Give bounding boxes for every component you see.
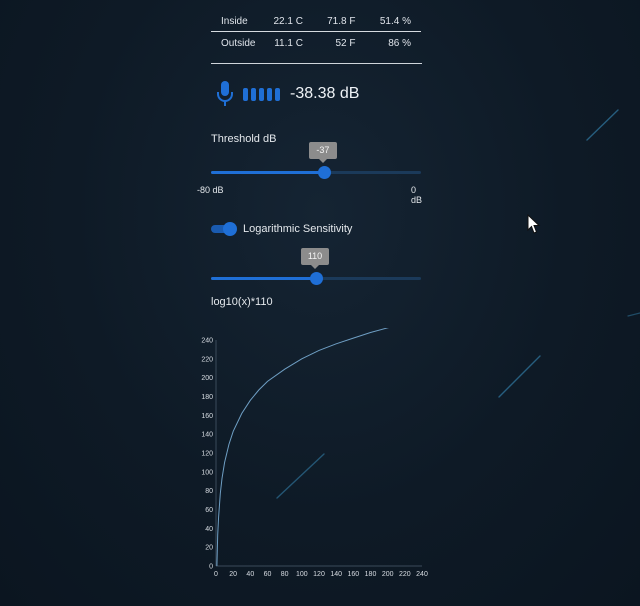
- x-tick-label: 20: [229, 571, 237, 578]
- y-tick-label: 60: [205, 507, 213, 514]
- x-tick-label: 180: [365, 571, 377, 578]
- threshold-max-label: 0 dB: [411, 185, 423, 205]
- y-tick-label: 200: [201, 375, 213, 382]
- y-tick-label: 100: [201, 469, 213, 476]
- sensor-panel: Inside 22.1 C 71.8 F 51.4 % Outside 11.1…: [197, 0, 423, 308]
- x-tick-label: 100: [296, 571, 308, 578]
- log-sensitivity-toggle-row: Logarithmic Sensitivity: [211, 222, 352, 236]
- x-tick-label: 60: [264, 571, 272, 578]
- y-tick-label: 160: [201, 413, 213, 420]
- celsius-value: 22.1 C: [259, 0, 313, 32]
- threshold-min-label: -80 dB: [197, 185, 224, 195]
- slider-fill: [211, 171, 324, 174]
- row-label: Outside: [221, 37, 256, 49]
- y-tick-label: 120: [201, 451, 213, 458]
- y-tick-label: 140: [201, 432, 213, 439]
- meter-bar: [243, 87, 248, 101]
- sensitivity-curve-chart: 0 20 40 60 80 100 120 140 160 180 200 220 240 0 20 40 60…: [201, 328, 428, 578]
- y-tick-label: 40: [205, 526, 213, 533]
- y-tick-label: 240: [201, 338, 213, 345]
- log-sensitivity-label: Logarithmic Sensitivity: [243, 223, 353, 235]
- slider-thumb[interactable]: [317, 166, 331, 179]
- threshold-value-bubble: -37: [308, 142, 337, 163]
- x-tick-label: 140: [330, 571, 342, 578]
- celsius-value: 11.1 C: [274, 37, 303, 49]
- meter-bar: [259, 87, 264, 101]
- x-tick-label: 200: [382, 571, 394, 578]
- row-label: Inside: [211, 0, 260, 32]
- sensitivity-slider[interactable]: [211, 271, 421, 287]
- fahrenheit-value: 52 F: [335, 37, 356, 49]
- toggle-thumb: [223, 222, 237, 236]
- meter-bar: [251, 87, 256, 101]
- x-tick-label: 0: [214, 571, 218, 578]
- y-tick-label: 180: [201, 394, 213, 401]
- slider-fill: [211, 277, 316, 280]
- table-row: Outside 11.1 C 52 F 86 %: [211, 32, 421, 55]
- sensitivity-formula: log10(x)*110: [211, 296, 273, 308]
- humidity-value: 51.4 %: [365, 0, 421, 32]
- x-tick-label: 220: [399, 571, 411, 578]
- db-level-value: -38.38 dB: [290, 85, 360, 102]
- y-tick-label: 220: [201, 356, 213, 363]
- x-tick-label: 240: [416, 571, 428, 578]
- microphone-icon[interactable]: [215, 80, 235, 108]
- humidity-value: 86 %: [388, 37, 411, 49]
- mouse-cursor-icon: [527, 214, 541, 234]
- readings-table: Inside 22.1 C 71.8 F 51.4 % Outside 11.1…: [211, 0, 421, 54]
- level-meter: [243, 87, 280, 101]
- slider-thumb[interactable]: [310, 272, 323, 285]
- y-tick-label: 0: [209, 564, 213, 571]
- series-line: [216, 328, 390, 567]
- x-tick-label: 40: [246, 571, 254, 578]
- threshold-label: Threshold dB: [211, 133, 277, 145]
- audio-level-row: -38.38 dB: [215, 80, 359, 108]
- y-tick-label: 20: [205, 545, 213, 552]
- log-sensitivity-toggle[interactable]: [211, 222, 237, 236]
- y-tick-label: 80: [205, 488, 213, 495]
- table-row: Inside 22.1 C 71.8 F 51.4 %: [211, 0, 421, 32]
- x-tick-label: 160: [347, 571, 359, 578]
- x-tick-label: 120: [313, 571, 325, 578]
- fahrenheit-value: 71.8 F: [312, 0, 366, 32]
- meter-bar: [275, 87, 280, 101]
- divider: [211, 63, 422, 64]
- x-tick-label: 80: [281, 571, 289, 578]
- threshold-slider[interactable]: [211, 165, 421, 181]
- sensitivity-value-bubble: 110: [301, 248, 329, 269]
- meter-bar: [267, 87, 272, 101]
